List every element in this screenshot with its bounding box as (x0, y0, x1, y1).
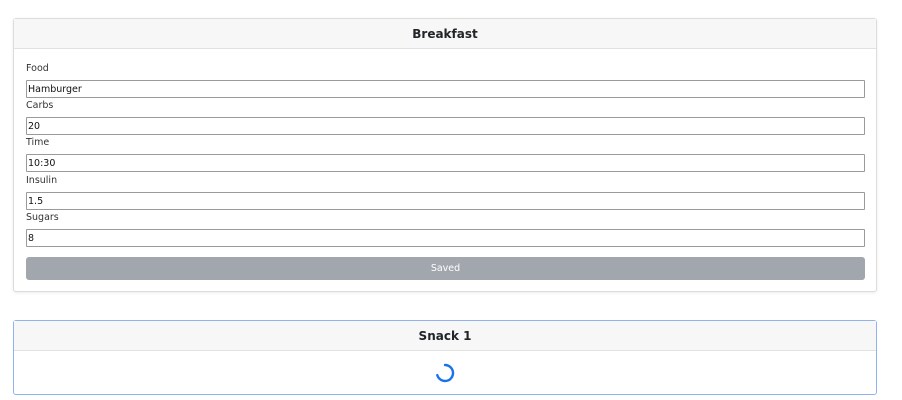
insulin-label: Insulin (26, 175, 58, 186)
carbs-input[interactable] (26, 117, 865, 135)
sugars-label: Sugars (26, 212, 59, 223)
time-label: Time (26, 137, 50, 148)
time-input[interactable] (26, 154, 865, 172)
food-label: Food (26, 63, 49, 74)
snack-1-card-title: Snack 1 (14, 321, 876, 351)
breakfast-card-title: Breakfast (14, 19, 876, 49)
food-input[interactable] (26, 80, 865, 98)
snack-1-loading (14, 351, 876, 395)
sugars-input[interactable] (26, 229, 865, 247)
breakfast-card: Breakfast Food Carbs Time Insulin Sugars… (13, 18, 877, 292)
saved-button[interactable]: Saved (26, 257, 865, 280)
carbs-label: Carbs (26, 100, 54, 111)
snack-1-card: Snack 1 (13, 320, 877, 395)
loading-spinner-icon (436, 363, 455, 383)
insulin-input[interactable] (26, 192, 865, 210)
